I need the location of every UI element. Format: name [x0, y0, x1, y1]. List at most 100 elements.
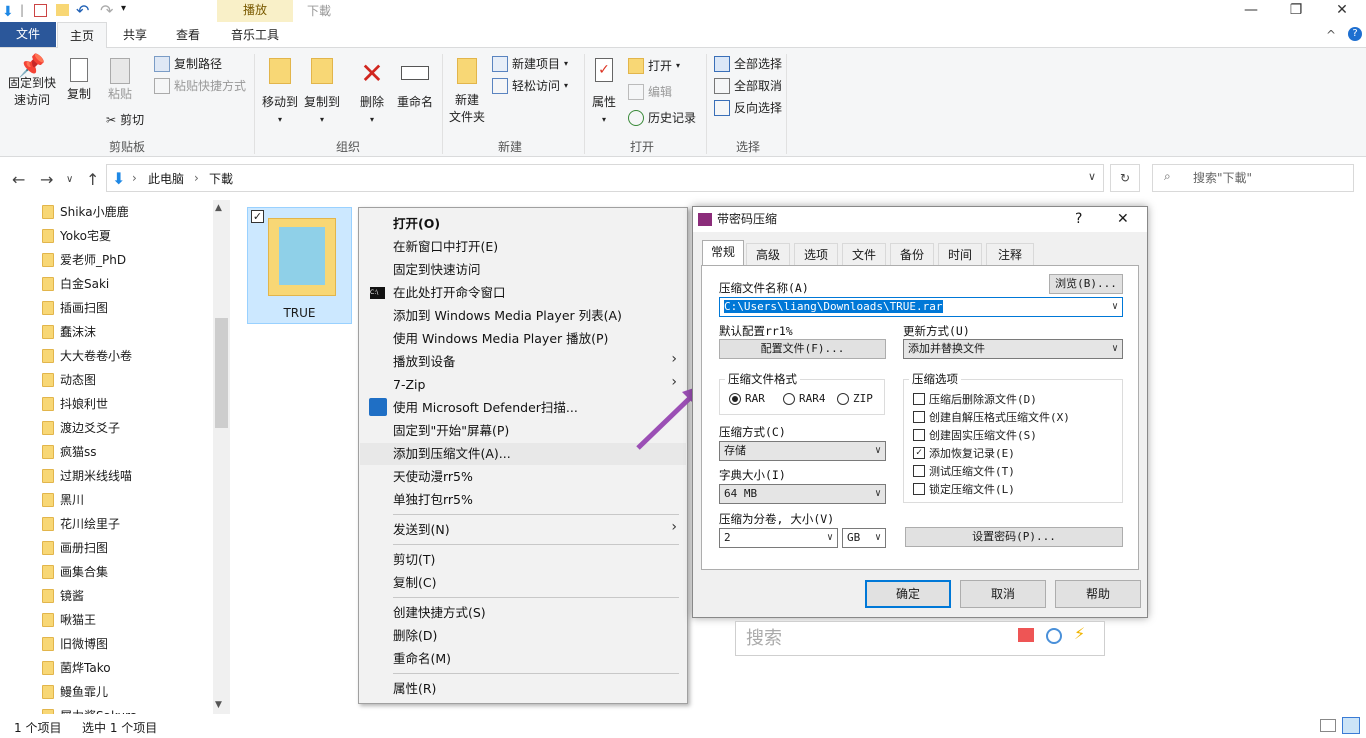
menu-item-properties[interactable]: 属性(R): [393, 678, 683, 700]
invert-selection-button[interactable]: 反向选择: [714, 98, 782, 118]
undo-icon[interactable]: ↶: [76, 1, 89, 20]
new-item-button[interactable]: 新建项目 ▾: [492, 54, 568, 74]
browse-button[interactable]: 浏览(B)...: [1049, 274, 1123, 294]
tree-item[interactable]: 抖娘利世: [42, 392, 108, 416]
tree-item[interactable]: 蠢沫沫: [42, 320, 96, 344]
tab-view[interactable]: 查看: [163, 22, 213, 48]
tab-files[interactable]: 文件: [842, 243, 886, 265]
tree-item[interactable]: 插画扫图: [42, 296, 108, 320]
scroll-up-icon[interactable]: ▲: [215, 203, 222, 213]
tab-general[interactable]: 常规: [702, 240, 744, 266]
rename-button[interactable]: 重命名: [394, 58, 436, 111]
copy-button[interactable]: 复制: [62, 58, 96, 103]
breadcrumb-downloads[interactable]: 下載: [209, 170, 233, 187]
scrollbar-thumb[interactable]: [215, 318, 228, 428]
history-button[interactable]: 历史记录: [628, 108, 696, 128]
format-rar4-radio[interactable]: RAR4: [783, 392, 826, 405]
menu-item-play-wmp[interactable]: 使用 Windows Media Player 播放(P): [393, 328, 683, 350]
dialog-close-button[interactable]: ✕: [1117, 211, 1129, 227]
ok-button[interactable]: 确定: [865, 580, 951, 608]
quick-access-down-icon[interactable]: ⬇: [2, 4, 14, 20]
record-tool-icon[interactable]: [1046, 628, 1062, 644]
menu-item-send-to[interactable]: 发送到(N): [393, 519, 683, 541]
tab-music-tools[interactable]: 音乐工具: [217, 22, 293, 48]
option-recovery-record[interactable]: ✓ 添加恢复记录(E): [913, 445, 1015, 461]
tree-item[interactable]: 啾猫王: [42, 608, 96, 632]
method-select[interactable]: 存储 ∨: [719, 441, 886, 461]
option-lock[interactable]: 锁定压缩文件(L): [913, 481, 1015, 497]
tree-item[interactable]: Yoko宅夏: [42, 224, 111, 248]
tree-item[interactable]: 旧微博图: [42, 632, 108, 656]
ribbon-collapse-icon[interactable]: ^: [1326, 28, 1336, 42]
tree-item[interactable]: 画册扫图: [42, 536, 108, 560]
open-button[interactable]: 打开 ▾: [628, 56, 680, 76]
split-size-input[interactable]: 2 ∨: [719, 528, 838, 548]
navigation-scrollbar[interactable]: [213, 200, 230, 715]
address-bar[interactable]: [106, 164, 1104, 192]
menu-item-create-shortcut[interactable]: 创建快捷方式(S): [393, 602, 683, 624]
menu-item-open-cmd[interactable]: 在此处打开命令窗口: [393, 282, 683, 304]
tab-options[interactable]: 选项: [794, 243, 838, 265]
option-test[interactable]: 测试压缩文件(T): [913, 463, 1015, 479]
tab-advanced[interactable]: 高级: [746, 243, 790, 265]
tree-item[interactable]: 镜酱: [42, 584, 84, 608]
properties-button[interactable]: ✓ 属性 ▾: [588, 58, 620, 128]
cut-button[interactable]: ✂ 剪切: [106, 110, 144, 130]
close-button[interactable]: ✕: [1319, 0, 1365, 22]
option-solid[interactable]: 创建固实压缩文件(S): [913, 427, 1037, 443]
tree-item[interactable]: 鳗鱼霏儿: [42, 680, 108, 704]
tab-backup[interactable]: 备份: [890, 243, 934, 265]
menu-item-rename[interactable]: 重命名(M): [393, 648, 683, 670]
breadcrumb-this-pc[interactable]: 此电脑: [148, 170, 184, 187]
set-password-button[interactable]: 设置密码(P)...: [905, 527, 1123, 547]
recent-locations-icon[interactable]: ∨: [66, 174, 73, 185]
search-input[interactable]: 搜索"下載": [1152, 164, 1354, 192]
details-view-icon[interactable]: [1320, 719, 1336, 732]
tree-item[interactable]: Shika小鹿鹿: [42, 200, 129, 224]
format-rar-radio[interactable]: RAR: [729, 392, 765, 405]
menu-item-pin-quick-access[interactable]: 固定到快速访问: [393, 259, 683, 281]
menu-item-delete[interactable]: 删除(D): [393, 625, 683, 647]
copy-path-button[interactable]: 复制路径: [154, 54, 222, 74]
select-none-button[interactable]: 全部取消: [714, 76, 782, 96]
tab-time[interactable]: 时间: [938, 243, 982, 265]
delete-button[interactable]: ✕ 删除 ▾: [356, 58, 388, 128]
minimize-button[interactable]: —: [1228, 0, 1274, 22]
option-delete-after[interactable]: 压缩后删除源文件(D): [913, 391, 1037, 407]
new-folder-qat-icon[interactable]: [56, 4, 69, 16]
cancel-button[interactable]: 取消: [960, 580, 1046, 608]
move-to-button[interactable]: 移动到 ▾: [260, 58, 300, 128]
menu-item-cast-to-device[interactable]: 播放到设备: [393, 351, 683, 373]
new-folder-button[interactable]: 新建 文件夹: [448, 58, 486, 126]
menu-item-copy[interactable]: 复制(C): [393, 572, 683, 594]
refresh-button[interactable]: ↻: [1110, 164, 1140, 192]
pin-quick-access-button[interactable]: 📌 固定到快 速访问: [4, 56, 60, 109]
dialog-help-button[interactable]: ?: [1075, 211, 1082, 227]
select-all-button[interactable]: 全部选择: [714, 54, 782, 74]
tree-item[interactable]: 白金Saki: [42, 272, 109, 296]
lightning-icon[interactable]: ⚡: [1074, 624, 1085, 643]
address-dropdown-icon[interactable]: ∨: [1088, 170, 1096, 183]
maximize-button[interactable]: ❐: [1273, 0, 1319, 22]
menu-item-open-new-window[interactable]: 在新窗口中打开(E): [393, 236, 683, 258]
paste-shortcut-button[interactable]: 粘贴快捷方式: [154, 76, 246, 96]
menu-item-cut[interactable]: 剪切(T): [393, 549, 683, 571]
menu-item-open[interactable]: 打开(O): [393, 213, 683, 235]
archive-name-input[interactable]: C:\Users\liang\Downloads\TRUE.rar ∨: [719, 297, 1123, 317]
option-sfx[interactable]: 创建自解压格式压缩文件(X): [913, 409, 1070, 425]
tree-item[interactable]: 黑川: [42, 488, 84, 512]
tab-home[interactable]: 主页: [57, 22, 107, 48]
menu-item-profile-single[interactable]: 单独打包rr5%: [393, 489, 683, 511]
tree-item[interactable]: 大大卷卷小卷: [42, 344, 132, 368]
tree-item[interactable]: 画集合集: [42, 560, 108, 584]
format-zip-radio[interactable]: ZIP: [837, 392, 873, 405]
tree-item[interactable]: 动态图: [42, 368, 96, 392]
copy-to-button[interactable]: 复制到 ▾: [302, 58, 342, 128]
tree-item[interactable]: 过期米线线喵: [42, 464, 132, 488]
forward-arrow-icon[interactable]: →: [40, 170, 53, 189]
large-icons-view-icon[interactable]: [1342, 717, 1360, 734]
profiles-button[interactable]: 配置文件(F)...: [719, 339, 886, 359]
edit-button[interactable]: 编辑: [628, 82, 672, 102]
tab-share[interactable]: 共享: [110, 22, 160, 48]
scroll-down-icon[interactable]: ▼: [215, 700, 222, 710]
